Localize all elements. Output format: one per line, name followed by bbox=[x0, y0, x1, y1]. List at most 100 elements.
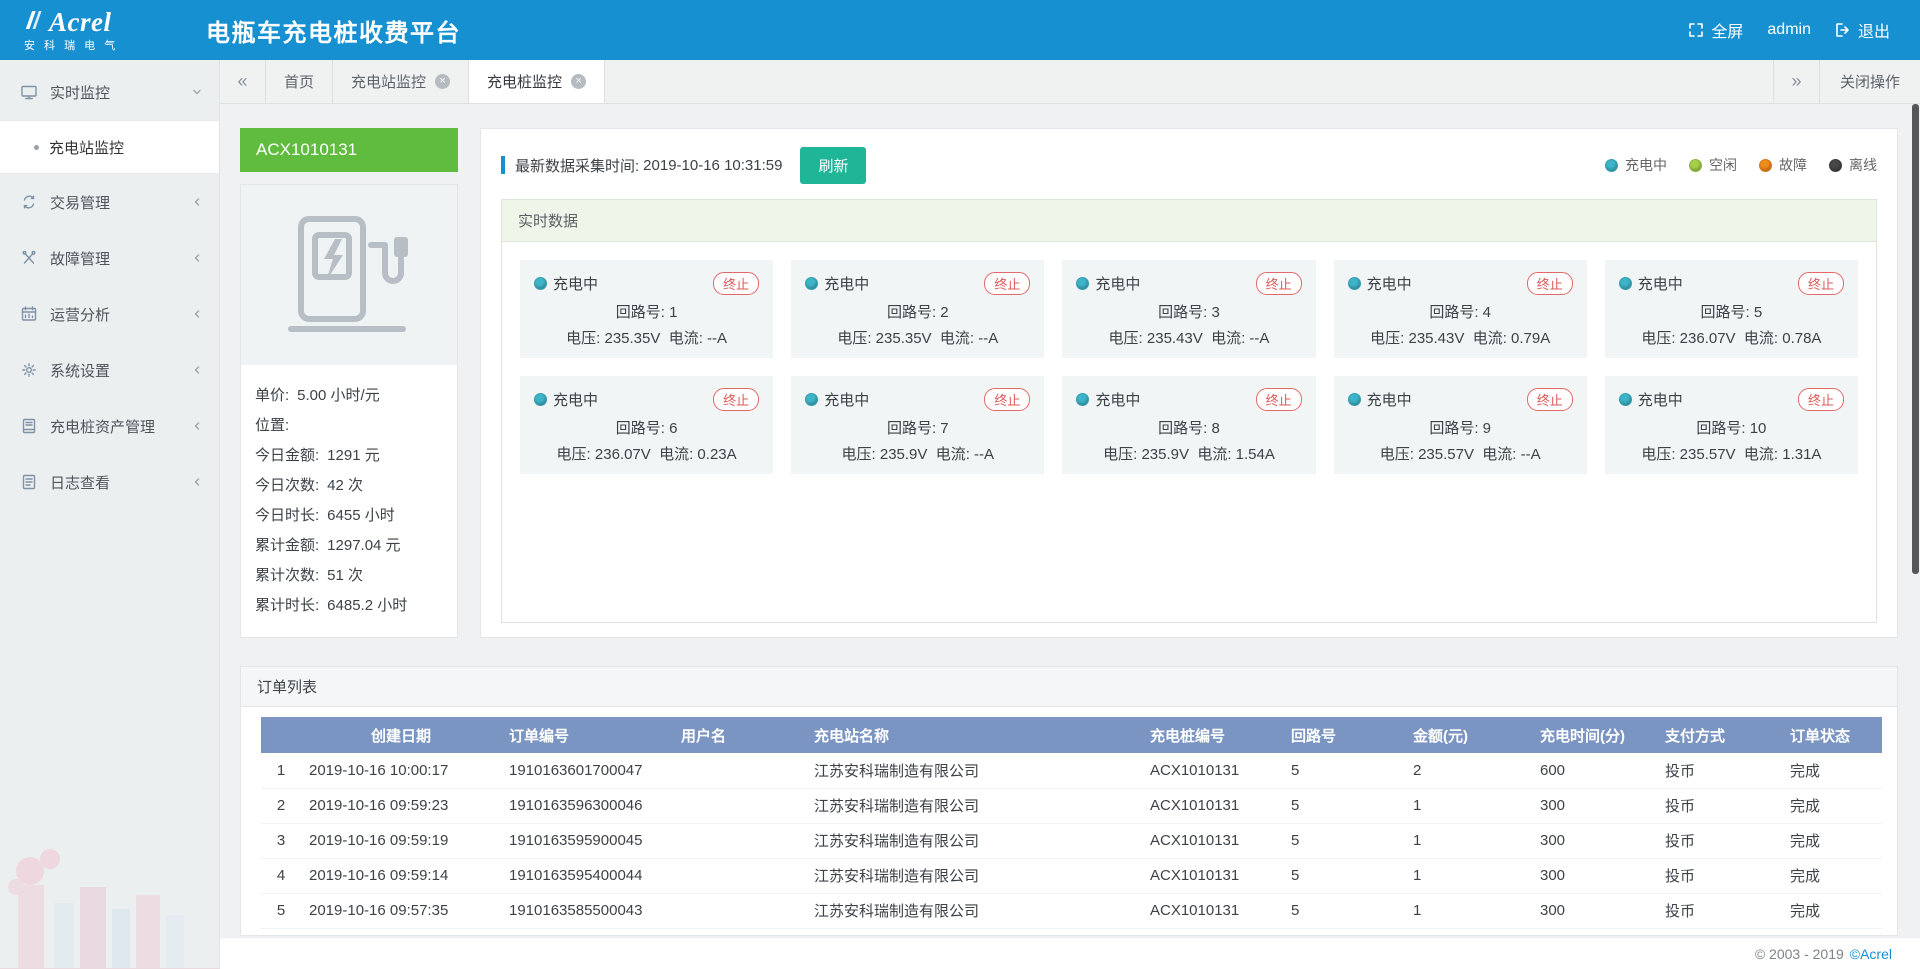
stat-label: 今日次数: bbox=[255, 471, 319, 501]
username[interactable]: admin bbox=[1767, 21, 1811, 39]
tabs-scroll-right-button[interactable]: » bbox=[1773, 60, 1819, 103]
table-row[interactable]: 32019-10-16 09:59:191910163595900045江苏安科… bbox=[261, 823, 1882, 858]
cell: ACX1010131 bbox=[1142, 823, 1283, 858]
transaction-icon bbox=[20, 193, 38, 211]
orders-panel: 订单列表 创建日期订单编号用户名充电站名称充电桩编号回路号金额(元)充电时间(分… bbox=[240, 666, 1898, 936]
table-row[interactable]: 42019-10-16 09:59:141910163595400044江苏安科… bbox=[261, 858, 1882, 893]
terminate-button[interactable]: 终止 bbox=[1798, 272, 1844, 295]
channel-circuit: 回路号: 2 bbox=[805, 301, 1030, 322]
legend-item-2: 空闲 bbox=[1689, 155, 1737, 175]
sidebar-menu: 实时监控充电站监控交易管理故障管理运营分析系统设置充电桩资产管理日志查看 bbox=[0, 64, 219, 510]
cell: 完成 bbox=[1782, 753, 1882, 788]
cell: 江苏安科瑞制造有限公司 bbox=[806, 823, 1142, 858]
cell: 投币 bbox=[1657, 753, 1782, 788]
stat-value: 5.00 小时/元 bbox=[297, 381, 380, 411]
monitor-toolbar: 最新数据采集时间: 2019-10-16 10:31:59 刷新 充电中空闲故障… bbox=[501, 147, 1877, 183]
chevron-down-icon bbox=[191, 86, 203, 98]
status-dot-icon bbox=[1619, 393, 1632, 406]
sidebar-item-label: 实时监控 bbox=[50, 82, 191, 103]
channel-card-5: 充电中终止回路号: 5电压: 236.07V 电流: 0.78A bbox=[1605, 260, 1858, 358]
stat-label: 位置: bbox=[255, 411, 289, 441]
terminate-button[interactable]: 终止 bbox=[984, 272, 1030, 295]
device-icon-box bbox=[241, 185, 457, 365]
tab-close-icon[interactable]: × bbox=[435, 74, 450, 89]
legend-item-1: 充电中 bbox=[1605, 155, 1667, 175]
terminate-button[interactable]: 终止 bbox=[1527, 388, 1573, 411]
cell: 投币 bbox=[1657, 893, 1782, 928]
cell: 江苏安科瑞制造有限公司 bbox=[806, 858, 1142, 893]
cell: 1 bbox=[1405, 858, 1532, 893]
table-row[interactable]: 22019-10-16 09:59:231910163596300046江苏安科… bbox=[261, 788, 1882, 823]
terminate-button[interactable]: 终止 bbox=[984, 388, 1030, 411]
sidebar-item-4[interactable]: 运营分析 bbox=[0, 286, 219, 342]
terminate-button[interactable]: 终止 bbox=[1256, 388, 1302, 411]
sidebar-subitem-1[interactable]: 充电站监控 bbox=[0, 120, 219, 174]
channel-card-9: 充电中终止回路号: 9电压: 235.57V 电流: --A bbox=[1334, 376, 1587, 474]
legend-label: 故障 bbox=[1779, 155, 1807, 175]
sidebar: 实时监控充电站监控交易管理故障管理运营分析系统设置充电桩资产管理日志查看 bbox=[0, 60, 220, 969]
chevron-left-icon bbox=[191, 252, 203, 264]
sidebar-item-3[interactable]: 故障管理 bbox=[0, 230, 219, 286]
logout-button[interactable]: 退出 bbox=[1835, 18, 1890, 42]
tab-label: 首页 bbox=[284, 71, 314, 92]
cell bbox=[673, 788, 806, 823]
status-dot-icon bbox=[534, 277, 547, 290]
cell bbox=[673, 823, 806, 858]
status-dot-icon bbox=[534, 393, 547, 406]
cell: 5 bbox=[1283, 753, 1405, 788]
stat-label: 累计时长: bbox=[255, 591, 319, 621]
refresh-button[interactable]: 刷新 bbox=[800, 147, 866, 184]
logo-icon bbox=[24, 9, 42, 36]
terminate-button[interactable]: 终止 bbox=[713, 388, 759, 411]
terminate-button[interactable]: 终止 bbox=[1798, 388, 1844, 411]
cell: 完成 bbox=[1782, 893, 1882, 928]
tab-2[interactable]: 充电站监控× bbox=[333, 60, 469, 103]
device-stat: 今日次数:42 次 bbox=[255, 471, 443, 501]
page-title: 电瓶车充电桩收费平台 bbox=[206, 13, 461, 48]
topbar-actions: 全屏 admin 退出 bbox=[1688, 18, 1920, 42]
acrel-link[interactable]: ©Acrel bbox=[1850, 946, 1892, 962]
column-header: 用户名 bbox=[673, 717, 806, 753]
chevron-left-icon bbox=[191, 364, 203, 376]
channel-circuit: 回路号: 10 bbox=[1619, 417, 1844, 438]
sidebar-item-7[interactable]: 日志查看 bbox=[0, 454, 219, 510]
terminate-button[interactable]: 终止 bbox=[713, 272, 759, 295]
city-watermark-illustration bbox=[0, 829, 220, 969]
tab-3[interactable]: 充电桩监控× bbox=[469, 60, 605, 103]
tab-1[interactable]: 首页 bbox=[266, 60, 333, 103]
table-row[interactable]: 52019-10-16 09:57:351910163585500043江苏安科… bbox=[261, 893, 1882, 928]
legend-item-3: 故障 bbox=[1759, 155, 1807, 175]
device-body: 单价:5.00 小时/元位置:今日金额:1291 元今日次数:42 次今日时长:… bbox=[240, 184, 458, 638]
channel-status-label: 充电中 bbox=[1095, 389, 1140, 410]
cell: 江苏安科瑞制造有限公司 bbox=[806, 753, 1142, 788]
device-panel: ACX1010131 bbox=[240, 128, 458, 638]
sidebar-item-1[interactable]: 实时监控 bbox=[0, 64, 219, 120]
vertical-scrollbar[interactable] bbox=[1912, 104, 1919, 574]
channel-circuit: 回路号: 5 bbox=[1619, 301, 1844, 322]
tabs: 首页充电站监控×充电桩监控× bbox=[266, 60, 605, 103]
status-dot-icon bbox=[1348, 277, 1361, 290]
status-legend: 充电中空闲故障离线 bbox=[1605, 155, 1877, 175]
close-operations-button[interactable]: 关闭操作 bbox=[1819, 60, 1920, 103]
column-header: 充电时间(分) bbox=[1532, 717, 1657, 753]
sidebar-item-6[interactable]: 充电桩资产管理 bbox=[0, 398, 219, 454]
cell: 1910163601700047 bbox=[501, 753, 673, 788]
table-row[interactable]: 12019-10-16 10:00:171910163601700047江苏安科… bbox=[261, 753, 1882, 788]
stat-label: 今日金额: bbox=[255, 441, 319, 471]
terminate-button[interactable]: 终止 bbox=[1256, 272, 1302, 295]
sidebar-item-5[interactable]: 系统设置 bbox=[0, 342, 219, 398]
tabs-scroll-left-button[interactable]: « bbox=[220, 60, 266, 103]
chevron-left-icon bbox=[191, 308, 203, 320]
channel-status-label: 充电中 bbox=[1367, 389, 1412, 410]
tab-close-icon[interactable]: × bbox=[571, 74, 586, 89]
cell: 300 bbox=[1532, 893, 1657, 928]
cell: 300 bbox=[1532, 788, 1657, 823]
device-stat: 今日金额:1291 元 bbox=[255, 441, 443, 471]
channel-circuit: 回路号: 4 bbox=[1348, 301, 1573, 322]
status-dot-icon bbox=[805, 393, 818, 406]
fullscreen-button[interactable]: 全屏 bbox=[1688, 18, 1743, 42]
chevron-left-icon bbox=[191, 476, 203, 488]
sidebar-item-2[interactable]: 交易管理 bbox=[0, 174, 219, 230]
terminate-button[interactable]: 终止 bbox=[1527, 272, 1573, 295]
column-header: 订单编号 bbox=[501, 717, 673, 753]
